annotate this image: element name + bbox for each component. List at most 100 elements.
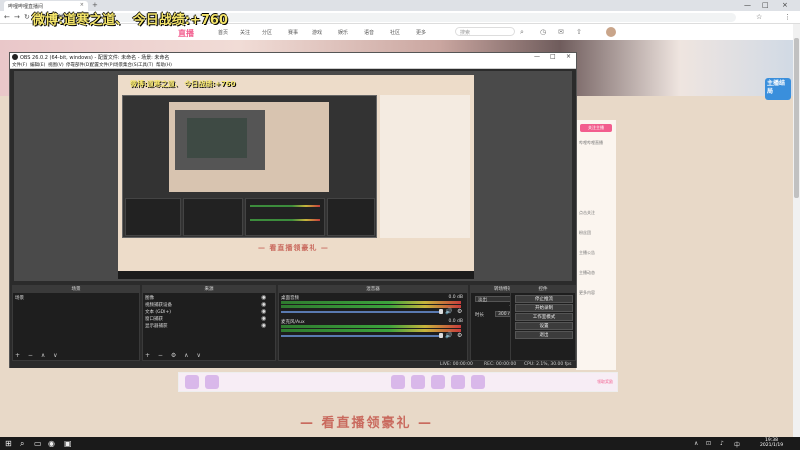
obs-app-icon[interactable]: ▣ bbox=[64, 439, 72, 448]
stop-streaming-button[interactable]: 停止推流 bbox=[515, 295, 573, 303]
network-icon[interactable]: ⊡ bbox=[706, 440, 711, 447]
nav-item[interactable]: 关注 bbox=[240, 29, 250, 36]
volume-slider-handle[interactable] bbox=[439, 333, 443, 338]
gear-icon[interactable]: ⚙ bbox=[457, 332, 462, 339]
visibility-eye-icon[interactable]: ◉ bbox=[261, 294, 266, 301]
search-icon[interactable]: ⌕ bbox=[520, 28, 524, 37]
sources-toolbar[interactable]: + − ⚙ ∧ ∨ bbox=[145, 352, 204, 359]
taskbar-clock[interactable]: 19:38 2021/1/19 bbox=[760, 438, 783, 448]
nav-item[interactable]: 娱乐 bbox=[338, 29, 348, 36]
page-scrollbar-thumb[interactable] bbox=[794, 38, 799, 198]
gift-icon[interactable] bbox=[185, 375, 199, 389]
volume-slider[interactable] bbox=[281, 311, 441, 313]
obs-preview[interactable]: 微博:道寒之道、 今日战绩:+760 — 看直播领豪礼 — bbox=[14, 71, 572, 281]
speaker-icon[interactable]: 🔊 bbox=[445, 332, 452, 339]
studio-mode-button[interactable]: 工作室模式 bbox=[515, 313, 573, 321]
history-icon[interactable]: ◷ bbox=[540, 28, 546, 36]
sidebar-line: 哔哩哔哩直播 bbox=[579, 140, 603, 145]
nested-dock bbox=[245, 198, 325, 236]
gear-icon[interactable]: ⚙ bbox=[457, 308, 462, 315]
nested-preview-level3 bbox=[187, 118, 247, 158]
preview-site-sidebar bbox=[380, 95, 470, 238]
visibility-eye-icon[interactable]: ◉ bbox=[261, 315, 266, 322]
obs-close-button[interactable]: × bbox=[566, 53, 571, 60]
scene-item[interactable]: 场景 bbox=[15, 295, 24, 301]
search-icon[interactable]: ⌕ bbox=[20, 439, 24, 449]
nav-item[interactable]: 赛事 bbox=[288, 29, 298, 36]
volume-slider-handle[interactable] bbox=[439, 309, 443, 314]
source-item[interactable]: 视频捕获设备 bbox=[145, 302, 172, 308]
menu-scene-collection[interactable]: 场景集合(S) bbox=[114, 62, 138, 68]
volume-icon[interactable]: ♪ bbox=[720, 440, 724, 447]
menu-view[interactable]: 视图(V) bbox=[48, 62, 64, 68]
menu-tools[interactable]: 工具(T) bbox=[138, 62, 153, 68]
menu-profile[interactable]: 配置文件(P) bbox=[90, 62, 114, 68]
speaker-icon[interactable]: 🔊 bbox=[445, 308, 452, 315]
site-sidebar: 关注主播 哔哩哔哩直播 点击关注 粉丝团 主播公告 主播动态 更多内容 bbox=[576, 120, 616, 370]
controls-header: 控件 bbox=[511, 286, 575, 293]
source-item[interactable]: 文本 (GDI+) bbox=[145, 309, 171, 315]
nav-item[interactable]: 首页 bbox=[218, 29, 228, 36]
nav-item[interactable]: 社区 bbox=[390, 29, 400, 36]
nested-obs-window bbox=[122, 95, 377, 238]
gift-icon[interactable] bbox=[431, 375, 445, 389]
windows-start-icon[interactable]: ⊞ bbox=[5, 439, 12, 448]
gift-icon[interactable] bbox=[471, 375, 485, 389]
upload-icon[interactable]: ⇧ bbox=[576, 28, 582, 36]
message-icon[interactable]: ✉ bbox=[558, 28, 564, 36]
nav-item[interactable]: 游戏 bbox=[312, 29, 322, 36]
visibility-eye-icon[interactable]: ◉ bbox=[261, 322, 266, 329]
task-view-icon[interactable]: ▭ bbox=[34, 439, 42, 448]
maximize-button[interactable]: □ bbox=[762, 1, 769, 9]
exit-button[interactable]: 退出 bbox=[515, 331, 573, 339]
scenes-toolbar[interactable]: + − ∧ ∨ bbox=[15, 352, 61, 359]
minimize-button[interactable]: — bbox=[744, 1, 751, 9]
banner-badge[interactable]: 主播结局 bbox=[765, 78, 791, 100]
menu-file[interactable]: 文件(F) bbox=[12, 62, 27, 68]
gift-icon[interactable] bbox=[411, 375, 425, 389]
menu-edit[interactable]: 编辑(E) bbox=[30, 62, 45, 68]
nested-dock bbox=[183, 198, 243, 236]
source-item[interactable]: 图像 bbox=[145, 295, 154, 301]
nested-meter bbox=[250, 205, 320, 207]
tray-expand-icon[interactable]: ∧ bbox=[694, 440, 698, 447]
preview-banner: — 看直播领豪礼 — bbox=[258, 244, 329, 252]
menu-help[interactable]: 帮助(H) bbox=[156, 62, 172, 68]
obs-maximize-button[interactable]: □ bbox=[550, 53, 556, 60]
gift-icon[interactable] bbox=[205, 375, 219, 389]
gift-icon[interactable] bbox=[451, 375, 465, 389]
browser-menu-icon[interactable]: ⋮ bbox=[784, 13, 791, 21]
promo-button[interactable]: 领取奖励 bbox=[597, 379, 613, 385]
nav-item[interactable]: 更多 bbox=[416, 29, 426, 36]
start-recording-button[interactable]: 开始录制 bbox=[515, 304, 573, 312]
close-button[interactable]: × bbox=[782, 1, 788, 9]
visibility-eye-icon[interactable]: ◉ bbox=[261, 308, 266, 315]
chrome-icon[interactable]: ◉ bbox=[48, 439, 55, 448]
audio-meter bbox=[281, 305, 461, 308]
settings-button[interactable]: 设置 bbox=[515, 322, 573, 330]
nav-item[interactable]: 分区 bbox=[262, 29, 272, 36]
source-item[interactable]: 显示器捕获 bbox=[145, 323, 168, 329]
ime-icon[interactable]: 中 bbox=[734, 440, 740, 449]
new-tab-button[interactable]: + bbox=[92, 1, 98, 9]
site-search-input[interactable]: 搜索 bbox=[455, 27, 515, 36]
bookmark-star-icon[interactable]: ☆ bbox=[756, 13, 762, 21]
avatar[interactable] bbox=[606, 27, 616, 37]
sources-dock: 来源 图像 视频捕获设备 文本 (GDI+) 窗口捕获 显示器捕获 ◉ ◉ ◉ … bbox=[142, 285, 276, 361]
preview-canvas: 微博:道寒之道、 今日战绩:+760 — 看直播领豪礼 — bbox=[118, 75, 474, 279]
site-logo[interactable]: 直播 bbox=[178, 28, 194, 39]
forward-icon[interactable]: → bbox=[14, 13, 20, 21]
back-icon[interactable]: ← bbox=[4, 13, 10, 21]
source-item[interactable]: 窗口捕获 bbox=[145, 316, 163, 322]
gift-icon[interactable] bbox=[391, 375, 405, 389]
obs-minimize-button[interactable]: — bbox=[534, 53, 540, 60]
nav-item[interactable]: 语音 bbox=[364, 29, 374, 36]
reload-icon[interactable]: ↻ bbox=[24, 13, 30, 21]
tab-close-icon[interactable]: × bbox=[80, 2, 84, 8]
page-scrollbar[interactable] bbox=[793, 24, 800, 437]
live-status: LIVE: 00:00:00 bbox=[440, 362, 473, 367]
volume-slider[interactable] bbox=[281, 335, 441, 337]
visibility-eye-icon[interactable]: ◉ bbox=[261, 301, 266, 308]
menu-docks[interactable]: 停靠部件(D) bbox=[66, 62, 91, 68]
follow-button[interactable]: 关注主播 bbox=[580, 124, 612, 132]
